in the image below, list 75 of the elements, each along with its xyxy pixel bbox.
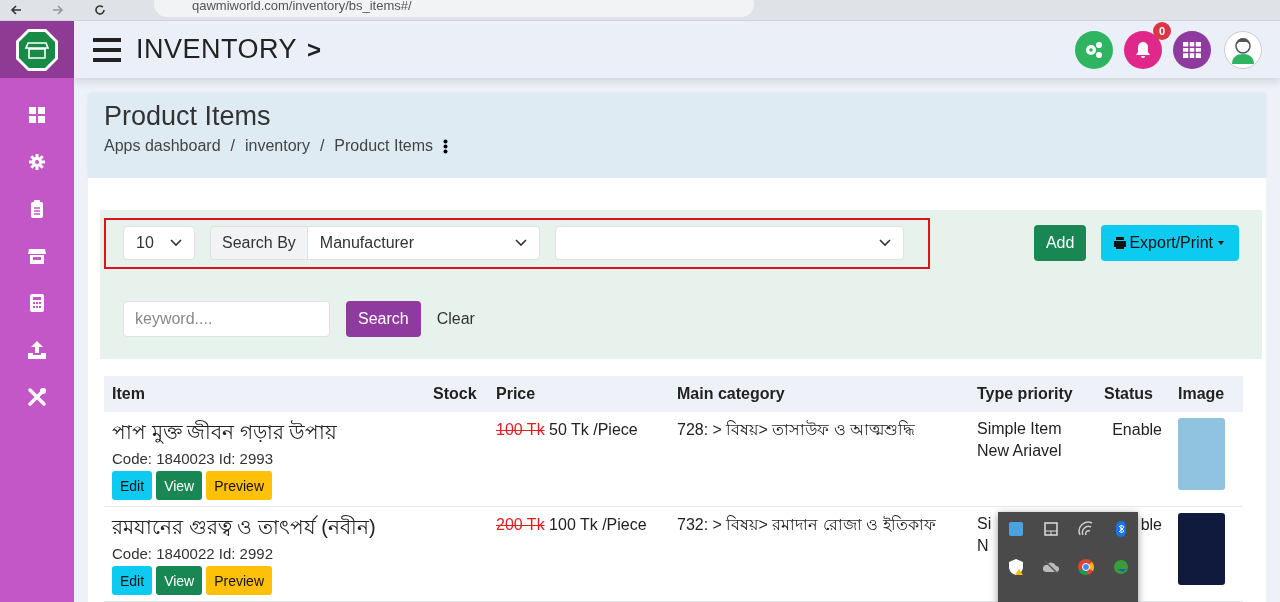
store-logo-icon[interactable] xyxy=(15,27,59,72)
menu-icon[interactable] xyxy=(92,36,122,63)
search-button[interactable]: Search xyxy=(346,301,421,337)
page-heading: Product Items xyxy=(104,101,272,132)
add-button[interactable]: Add xyxy=(1033,225,1087,261)
breadcrumb-link[interactable]: inventory xyxy=(245,137,310,155)
price: 50 Tk /Piece xyxy=(549,421,638,438)
column-header: Type priority xyxy=(969,376,1096,412)
view-button[interactable]: View xyxy=(156,566,203,595)
bell-icon xyxy=(1135,40,1151,59)
edit-button[interactable]: Edit xyxy=(112,566,153,595)
status-text: Enable xyxy=(1112,421,1162,438)
price: 100 Tk /Piece xyxy=(549,516,647,533)
page-title: INVENTORY xyxy=(136,34,298,65)
user-avatar[interactable] xyxy=(1224,30,1262,69)
chevron-down-icon xyxy=(170,239,182,247)
browser-logo-icon[interactable] xyxy=(1076,558,1095,576)
chevron-down-icon xyxy=(514,239,527,247)
notification-badge: 0 xyxy=(1153,21,1171,40)
tools-icon[interactable] xyxy=(27,387,47,407)
gears-icon xyxy=(1084,40,1104,59)
breadcrumb-link[interactable]: Apps dashboard xyxy=(104,137,221,155)
wifi-icon[interactable] xyxy=(1076,520,1095,538)
cloud-off-icon[interactable] xyxy=(1041,558,1060,576)
column-header: Item xyxy=(104,376,425,412)
shield-warning-icon[interactable] xyxy=(1006,558,1025,576)
store-icon[interactable] xyxy=(27,246,47,266)
upload-icon[interactable] xyxy=(27,340,47,360)
keyword-field[interactable]: keyword.... xyxy=(123,301,330,337)
type-priority-text: Simple Item xyxy=(977,419,1062,439)
old-price: 100 Tk xyxy=(496,421,545,438)
apps-button[interactable] xyxy=(1173,30,1211,69)
breadcrumb-current: Product Items xyxy=(334,137,434,155)
category-text: 732: > বিষয়> রমাদান রোজা ও ইতিকাফ xyxy=(669,506,969,602)
settings-button[interactable] xyxy=(1075,30,1113,69)
printer-icon xyxy=(1113,236,1128,250)
old-price: 200 Tk xyxy=(496,516,545,533)
column-header: Main category xyxy=(669,376,969,412)
column-header: Price xyxy=(488,376,669,412)
export-print-button[interactable]: Export/Print xyxy=(1101,225,1239,261)
reload-icon[interactable] xyxy=(94,5,106,15)
search-by-label: Search By xyxy=(210,226,308,260)
calculator-icon[interactable] xyxy=(27,293,47,313)
dashboard-icon[interactable] xyxy=(27,105,47,125)
edit-button[interactable]: Edit xyxy=(112,471,153,500)
breadcrumb-separator: / xyxy=(319,137,325,155)
grid-icon xyxy=(1183,41,1201,58)
preview-button[interactable]: Preview xyxy=(206,471,272,500)
status-text: ble xyxy=(1140,516,1162,533)
column-header: Image xyxy=(1170,376,1243,412)
search-by-select[interactable]: Manufacturer xyxy=(307,226,540,260)
preview-button[interactable]: Preview xyxy=(206,566,272,595)
type-priority-text: Si xyxy=(977,514,992,534)
breadcrumb-separator: / xyxy=(230,137,235,155)
type-priority-text: N xyxy=(977,536,989,556)
vertical-dots-icon[interactable] xyxy=(443,138,449,154)
item-name[interactable]: রমযানের গুরত্ব ও তাৎপর্য (নবীন) xyxy=(112,513,417,541)
item-code: Code: 1840022 Id: 2992 xyxy=(112,544,274,564)
touchpad-icon[interactable] xyxy=(1041,520,1060,538)
address-bar[interactable]: qawmiworld.com/inventory/bs_items#/ xyxy=(154,0,754,17)
item-code: Code: 1840023 Id: 2993 xyxy=(112,449,274,469)
clear-button[interactable]: Clear xyxy=(424,301,487,337)
column-header: Status xyxy=(1096,376,1170,412)
category-text: 728: > বিষয়> তাসাউফ ও আত্মশুদ্ধি xyxy=(669,412,969,507)
item-name[interactable]: পাপ মুক্ত জীবন গড়ার উপায় xyxy=(112,418,417,446)
gear-icon[interactable] xyxy=(27,152,47,172)
app-icon[interactable] xyxy=(1006,520,1025,538)
type-priority-text: New Ariavel xyxy=(977,441,1062,461)
view-button[interactable]: View xyxy=(156,471,203,500)
chevron-down-icon xyxy=(878,239,891,247)
column-header: Stock xyxy=(425,376,488,412)
page-size-select[interactable]: 10 xyxy=(123,226,195,260)
chevron-text: > xyxy=(307,35,322,64)
user-silhouette-icon xyxy=(1230,35,1256,64)
back-arrow-icon[interactable] xyxy=(10,5,22,15)
